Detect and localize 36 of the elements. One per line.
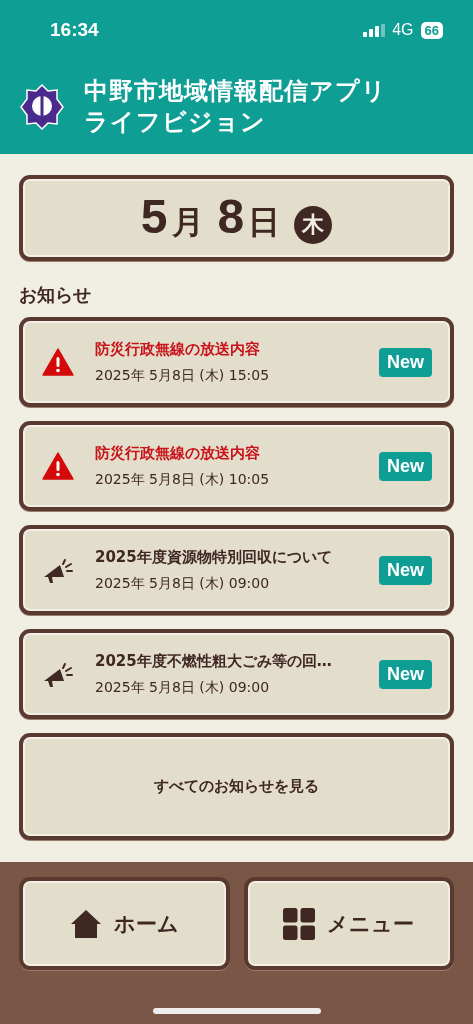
app-subtitle: ライフビジョン bbox=[84, 107, 267, 138]
notice-title: 防災行政無線の放送内容 bbox=[95, 443, 261, 463]
notice-title: 2025年度資源物特別回収について bbox=[95, 547, 333, 567]
signal-icon bbox=[363, 23, 386, 37]
notice-card[interactable]: 防災行政無線の放送内容 2025年 5月8日 (木) 15:05 New bbox=[19, 317, 454, 407]
new-badge: New bbox=[379, 555, 432, 585]
notice-title: 2025年度不燃性粗大ごみ等の回… bbox=[95, 651, 333, 671]
notice-date: 2025年 5月8日 (木) 09:00 bbox=[95, 574, 271, 593]
notice-date: 2025年 5月8日 (木) 09:00 bbox=[95, 678, 271, 697]
warning-icon bbox=[42, 348, 74, 376]
warning-icon bbox=[42, 452, 74, 480]
weekday-badge: 木 bbox=[294, 206, 333, 244]
notice-title: 防災行政無線の放送内容 bbox=[95, 339, 261, 359]
new-badge: New bbox=[379, 347, 432, 377]
day-unit: 日 bbox=[248, 202, 281, 243]
notice-card[interactable]: 防災行政無線の放送内容 2025年 5月8日 (木) 10:05 New bbox=[19, 421, 454, 511]
notice-card[interactable]: 2025年度不燃性粗大ごみ等の回… 2025年 5月8日 (木) 09:00 New bbox=[19, 629, 454, 719]
battery-level: 66 bbox=[420, 21, 443, 39]
grid-icon bbox=[283, 907, 316, 940]
status-time: 16:34 bbox=[50, 19, 99, 41]
nav-button[interactable]: ホーム bbox=[19, 877, 230, 970]
notice-date: 2025年 5月8日 (木) 10:05 bbox=[95, 470, 271, 489]
day-number: 8 bbox=[217, 189, 245, 244]
emblem-icon bbox=[20, 84, 64, 130]
nav-button[interactable]: メニュー bbox=[243, 877, 454, 970]
new-badge: New bbox=[379, 451, 432, 481]
home-icon bbox=[69, 907, 102, 940]
notice-date: 2025年 5月8日 (木) 15:05 bbox=[95, 366, 271, 385]
month-number: 5 bbox=[140, 189, 168, 244]
see-all-button[interactable]: すべてのお知らせを見る bbox=[19, 733, 454, 840]
notice-card[interactable]: 2025年度資源物特別回収について 2025年 5月8日 (木) 09:00 New bbox=[19, 525, 454, 615]
network-type: 4G bbox=[392, 21, 414, 39]
app-title: 中野市地域情報配信アプリ bbox=[84, 76, 387, 107]
month-unit: 月 bbox=[171, 202, 204, 243]
section-heading: お知らせ bbox=[19, 283, 92, 307]
new-badge: New bbox=[379, 659, 432, 689]
